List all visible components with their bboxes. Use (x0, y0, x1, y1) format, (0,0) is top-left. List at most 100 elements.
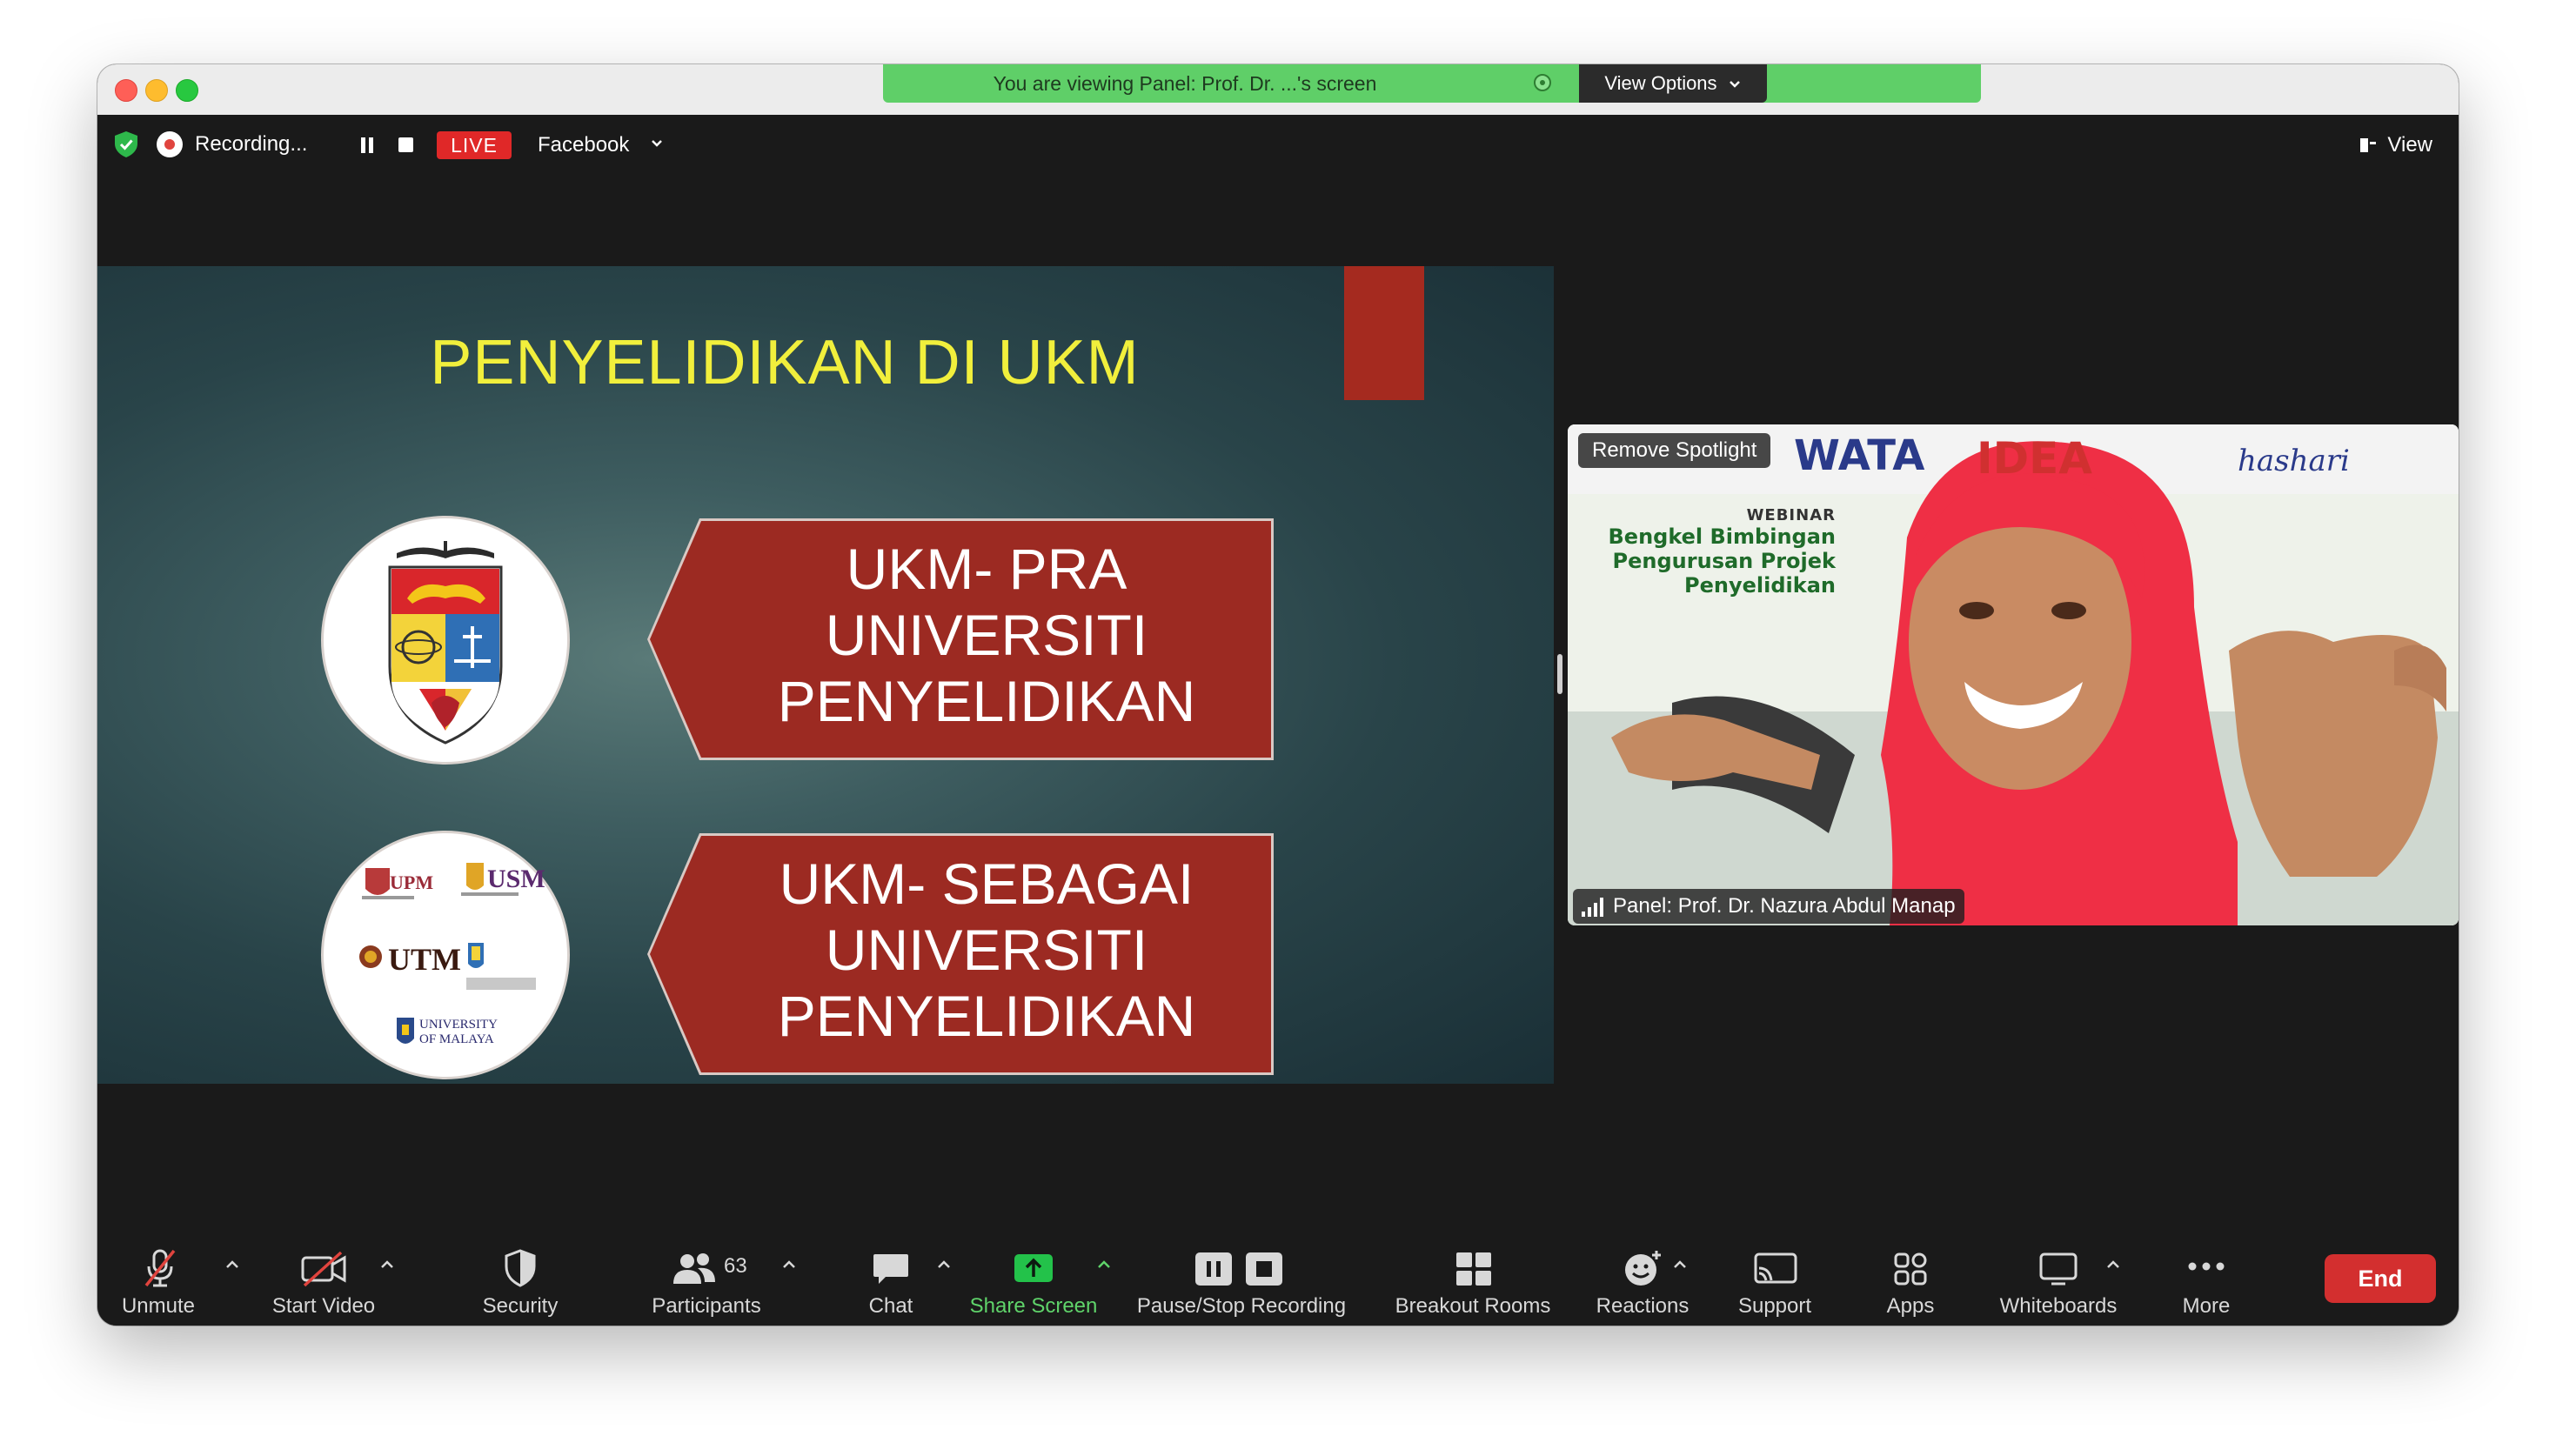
reactions-options-chevron-icon[interactable] (1672, 1259, 1688, 1270)
pause-stop-recording-label: Pause/Stop Recording (1136, 1294, 1347, 1318)
slide-banner-2: UKM- SEBAGAI UNIVERSITI PENYELIDIKAN (647, 833, 1274, 1075)
pause-stop-recording-button[interactable]: Pause/Stop Recording (1133, 1244, 1350, 1322)
whiteboards-button[interactable]: Whiteboards (1992, 1244, 2123, 1322)
spotlight-video[interactable]: WEBINAR Bengkel Bimbingan Pengurusan Pro… (1568, 424, 2459, 925)
view-options-button[interactable]: View Options (1579, 64, 1767, 103)
whiteboard-icon (2039, 1252, 2078, 1286)
view-options-label: View Options (1604, 72, 1717, 94)
connection-signal-icon (1582, 898, 1603, 917)
banner-2-line-1: UKM- SEBAGAI (779, 852, 1194, 916)
split-view-handle[interactable] (1557, 654, 1562, 694)
pause-recording-icon[interactable] (360, 137, 374, 153)
participant-video-frame (1568, 424, 2459, 925)
chevron-down-icon[interactable] (651, 137, 663, 150)
security-shield-icon (505, 1249, 536, 1287)
breakout-rooms-label: Breakout Rooms (1395, 1294, 1551, 1318)
banner-2-line-2: UNIVERSITI (825, 918, 1148, 982)
support-label: Support (1737, 1294, 1812, 1318)
more-button[interactable]: More (2163, 1244, 2250, 1322)
breakout-rooms-grid-icon (1456, 1252, 1491, 1286)
recording-label: Recording... (195, 132, 308, 156)
security-button[interactable]: Security (468, 1244, 572, 1322)
recording-indicator: Recording... (157, 128, 307, 161)
pause-stop-recording-icon (1195, 1252, 1282, 1286)
share-screen-button[interactable]: Share Screen (970, 1244, 1097, 1322)
meeting-controls-toolbar: Unmute Start Video Security 63 Participa… (97, 1235, 2459, 1326)
encryption-shield-icon[interactable] (113, 130, 139, 158)
ukm-crest-logo (324, 518, 567, 762)
chat-label: Chat (868, 1294, 913, 1318)
start-video-button[interactable]: Start Video (263, 1244, 385, 1322)
microphone-muted-icon (144, 1249, 176, 1287)
reactions-smiley-icon (1625, 1251, 1661, 1286)
chat-options-chevron-icon[interactable] (936, 1259, 952, 1270)
title-bar: You are viewing Panel: Prof. Dr. ...'s s… (97, 64, 2459, 116)
close-window-button[interactable] (115, 79, 137, 102)
meeting-top-bar: Recording... LIVE Facebook View (97, 115, 2459, 176)
participants-label: Participants (652, 1294, 761, 1318)
share-options-chevron-icon[interactable] (1096, 1259, 1112, 1270)
ukm-crest-icon (388, 541, 503, 745)
participants-options-chevron-icon[interactable] (781, 1259, 797, 1270)
participants-icon (673, 1253, 715, 1284)
slide-banner-1: UKM- PRA UNIVERSITI PENYELIDIKAN (647, 518, 1274, 760)
banner-1-line-1: UKM- PRA (846, 537, 1127, 601)
participants-button[interactable]: 63 Participants (635, 1244, 774, 1322)
shared-screen: PENYELIDIKAN DI UKM UKM- PRA UNIVERSITI … (97, 266, 1554, 1084)
viewing-screen-banner: You are viewing Panel: Prof. Dr. ...'s s… (883, 64, 1981, 103)
viewing-screen-text: You are viewing Panel: Prof. Dr. ...'s s… (993, 72, 1377, 95)
apps-icon (1894, 1252, 1927, 1286)
um-logo-line-1: UNIVERSITY (419, 1018, 498, 1032)
start-video-label: Start Video (271, 1294, 376, 1318)
video-options-chevron-icon[interactable] (379, 1259, 395, 1270)
live-badge: LIVE (437, 131, 512, 159)
backdrop-webinar-label: WEBINAR (1746, 506, 1836, 524)
participant-name-tag: Panel: Prof. Dr. Nazura Abdul Manap (1573, 889, 1964, 924)
security-label: Security (482, 1294, 559, 1318)
banner-2-line-3: PENYELIDIKAN (777, 984, 1196, 1048)
universities-logos: UPM USM UTM UNIVERSITY OF MALAYA (324, 833, 567, 1077)
slide-accent-bar (1344, 266, 1424, 400)
backdrop-brand-1: WATA (1794, 431, 1925, 480)
view-menu-button[interactable]: View (2359, 130, 2432, 160)
unmute-button[interactable]: Unmute (115, 1244, 202, 1322)
um-logo-line-2: OF MALAYA (419, 1032, 494, 1046)
minimize-window-button[interactable] (145, 79, 168, 102)
support-cast-icon (1754, 1252, 1797, 1284)
remove-spotlight-button[interactable]: Remove Spotlight (1578, 433, 1771, 468)
zoom-window-button[interactable] (176, 79, 198, 102)
um-logo-text: UNIVERSITY OF MALAYA (419, 1018, 498, 1047)
participant-name-label: Panel: Prof. Dr. Nazura Abdul Manap (1613, 894, 1956, 918)
breakout-rooms-button[interactable]: Breakout Rooms (1382, 1244, 1564, 1322)
live-platform-menu[interactable]: Facebook (538, 130, 629, 160)
end-meeting-button[interactable]: End (2325, 1254, 2436, 1303)
slide-title: PENYELIDIKAN DI UKM (430, 328, 1140, 397)
more-ellipsis-icon (2188, 1262, 2225, 1271)
recording-icon (157, 131, 183, 157)
sharing-status-icon (1534, 74, 1551, 91)
banner-1-line-2: UNIVERSITI (825, 603, 1148, 667)
backdrop-brand-3: hashari (2238, 444, 2350, 478)
view-layout-icon (2360, 138, 2377, 152)
audio-options-chevron-icon[interactable] (224, 1259, 240, 1270)
apps-button[interactable]: Apps (1867, 1244, 1954, 1322)
usm-logo-text: USM (487, 865, 545, 893)
support-button[interactable]: Support (1723, 1244, 1827, 1322)
share-screen-label: Share Screen (969, 1294, 1098, 1318)
backdrop-brand-2: IDEA (1977, 433, 2092, 484)
backdrop-line-1: Bengkel Bimbingan (1608, 524, 1837, 549)
upm-logo-text: UPM (390, 872, 434, 893)
reactions-button[interactable]: Reactions (1585, 1244, 1698, 1322)
unmute-label: Unmute (121, 1294, 196, 1318)
banner-1-line-3: PENYELIDIKAN (777, 669, 1196, 733)
backdrop-webinar-text: WEBINAR Bengkel Bimbingan Pengurusan Pro… (1592, 506, 1837, 598)
chat-bubble-icon (873, 1254, 908, 1284)
share-screen-icon (1014, 1254, 1053, 1282)
stop-recording-icon[interactable] (398, 137, 413, 152)
chat-button[interactable]: Chat (846, 1244, 933, 1322)
apps-label: Apps (1886, 1294, 1935, 1318)
backdrop-line-3: Penyelidikan (1684, 573, 1836, 598)
whiteboards-label: Whiteboards (1999, 1294, 2118, 1318)
backdrop-line-2: Pengurusan Projek (1612, 549, 1836, 573)
whiteboards-options-chevron-icon[interactable] (2105, 1259, 2121, 1270)
